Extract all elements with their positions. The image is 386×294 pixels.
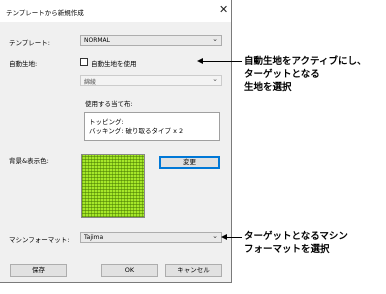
arrow-left-icon [221,234,227,240]
background-label: 背景&表示色: [9,157,49,165]
machine-note-line-1: ターゲットとなるマシン [244,231,348,242]
fabric-note-line-3: 生地を選択 [244,82,292,93]
fabric-note-line-2: ターゲットとなる [244,69,320,80]
chevron-down-icon: ⌄ [212,232,218,240]
dialog-title: テンプレートから新規作成 [6,9,84,17]
title-bar: テンプレートから新規作成 ✕ [0,0,231,22]
change-button[interactable]: 変更 [159,156,220,169]
close-icon[interactable]: ✕ [219,3,228,16]
fabric-note-line-1: 自動生地をアクティブにし、 [244,56,367,67]
fabric-callout-arrow [201,61,242,62]
backing-line: バッキング: 破り取るタイプ x 2 [89,127,184,135]
ok-button[interactable]: OK [101,264,158,277]
auto-fabric-label: 自動生地: [9,60,38,68]
use-auto-fabric-label[interactable]: 自動生地を使用 [91,58,137,68]
usage-label: 使用する当て布: [85,100,133,108]
chevron-down-icon: ⌄ [212,35,218,43]
backing-info-box: トッピング: バッキング: 破り取るタイプ x 2 [84,112,220,141]
template-value: NORMAL [84,37,111,44]
new-from-template-dialog: テンプレートから新規作成 ✕ テンプレート: NORMAL ⌄ 自動生地: 自動… [0,0,232,283]
template-dropdown[interactable]: NORMAL ⌄ [80,35,222,46]
use-auto-fabric-checkbox[interactable] [80,58,88,66]
save-button[interactable]: 保存 [10,264,67,277]
template-label: テンプレート: [9,39,50,47]
machine-format-label: マシンフォーマット: [9,236,70,244]
cancel-button[interactable]: キャンセル [165,264,222,277]
fabric-dropdown[interactable]: 綿綾 ⌄ [80,75,222,86]
chevron-down-icon: ⌄ [212,75,218,83]
machine-note-line-2: フォーマットを選択 [244,244,330,255]
machine-format-value: Tajima [84,234,104,241]
fabric-value: 綿綾 [84,79,97,86]
fabric-preview-swatch [81,154,145,218]
arrow-left-icon [197,58,203,64]
machine-callout-arrow [225,237,242,238]
machine-format-dropdown[interactable]: Tajima ⌄ [80,232,222,243]
